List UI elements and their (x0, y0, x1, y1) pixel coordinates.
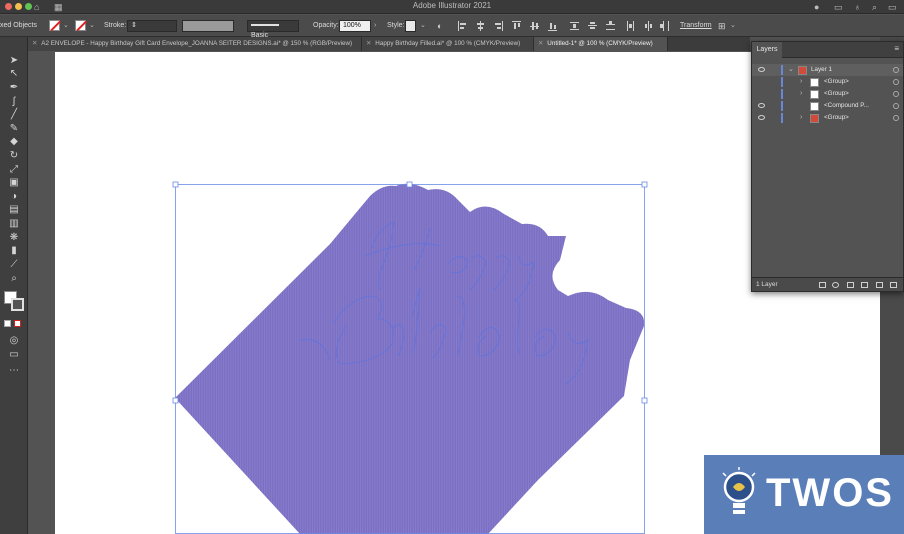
make-clipping-mask-icon[interactable] (847, 282, 854, 288)
layer-thumbnail (798, 66, 807, 75)
expand-chevron-icon[interactable]: › (800, 112, 802, 124)
resize-handle[interactable] (641, 397, 648, 404)
layer-name[interactable]: <Group> (824, 88, 849, 100)
resize-handle[interactable] (172, 181, 179, 188)
resize-handle[interactable] (406, 181, 413, 188)
new-layer-icon[interactable] (876, 282, 883, 288)
collapse-chevron-icon[interactable]: ⌄ (788, 64, 794, 76)
layer-color-bar (781, 113, 783, 123)
layer-name[interactable]: <Group> (824, 76, 849, 88)
layer-color-bar (781, 77, 783, 87)
layer-row-group[interactable]: › <Group> (752, 76, 903, 88)
layers-panel-title[interactable]: Layers (752, 42, 782, 58)
visibility-eye-icon[interactable] (758, 115, 765, 120)
watermark-logo: TWOS (704, 455, 904, 534)
layer-color-bar (781, 89, 783, 99)
target-icon[interactable] (893, 79, 899, 85)
layer-color-bar (781, 65, 783, 75)
layers-panel-footer: 1 Layer (752, 277, 903, 291)
resize-handle[interactable] (172, 397, 179, 404)
layer-row-group[interactable]: › <Group> (752, 88, 903, 100)
target-icon[interactable] (893, 91, 899, 97)
new-sublayer-icon[interactable] (861, 282, 868, 288)
layer-thumbnail (810, 90, 819, 99)
lightbulb-logo-icon (722, 467, 756, 514)
resize-handle[interactable] (641, 181, 648, 188)
layer-row-compound-path[interactable]: <Compound P... (752, 100, 903, 112)
illustrator-window: ⌂ ▦ Adobe Illustrator 2021 ● ▭ ♁ ⌕ ▭ xed… (0, 0, 904, 534)
layers-panel: Layers ≡ ⌄ Layer 1 › <Group> › <Group> <… (751, 41, 904, 292)
delete-layer-icon[interactable] (890, 282, 897, 288)
target-icon[interactable] (893, 67, 899, 73)
visibility-eye-icon[interactable] (758, 67, 765, 72)
extruded-lettering-shape[interactable] (175, 183, 645, 534)
target-icon[interactable] (893, 115, 899, 121)
layer-row-layer-1[interactable]: ⌄ Layer 1 (752, 64, 903, 76)
layer-thumbnail (810, 102, 819, 111)
layer-thumbnail (810, 78, 819, 87)
visibility-eye-icon[interactable] (758, 103, 765, 108)
layer-row-group[interactable]: › <Group> (752, 112, 903, 124)
watermark-text: TWOS (766, 471, 894, 515)
expand-chevron-icon[interactable]: › (800, 88, 802, 100)
layer-name[interactable]: Layer 1 (811, 64, 832, 76)
expand-chevron-icon[interactable]: › (800, 76, 802, 88)
layers-panel-header: Layers ≡ (752, 42, 903, 58)
layer-thumbnail (810, 114, 819, 123)
panel-menu-icon[interactable]: ≡ (894, 44, 899, 53)
layer-name[interactable]: <Compound P... (824, 100, 869, 112)
target-icon[interactable] (893, 103, 899, 109)
export-icon[interactable] (819, 282, 826, 288)
layer-name[interactable]: <Group> (824, 112, 849, 124)
layer-color-bar (781, 101, 783, 111)
layer-count: 1 Layer (756, 281, 778, 288)
locate-object-icon[interactable] (832, 282, 839, 288)
